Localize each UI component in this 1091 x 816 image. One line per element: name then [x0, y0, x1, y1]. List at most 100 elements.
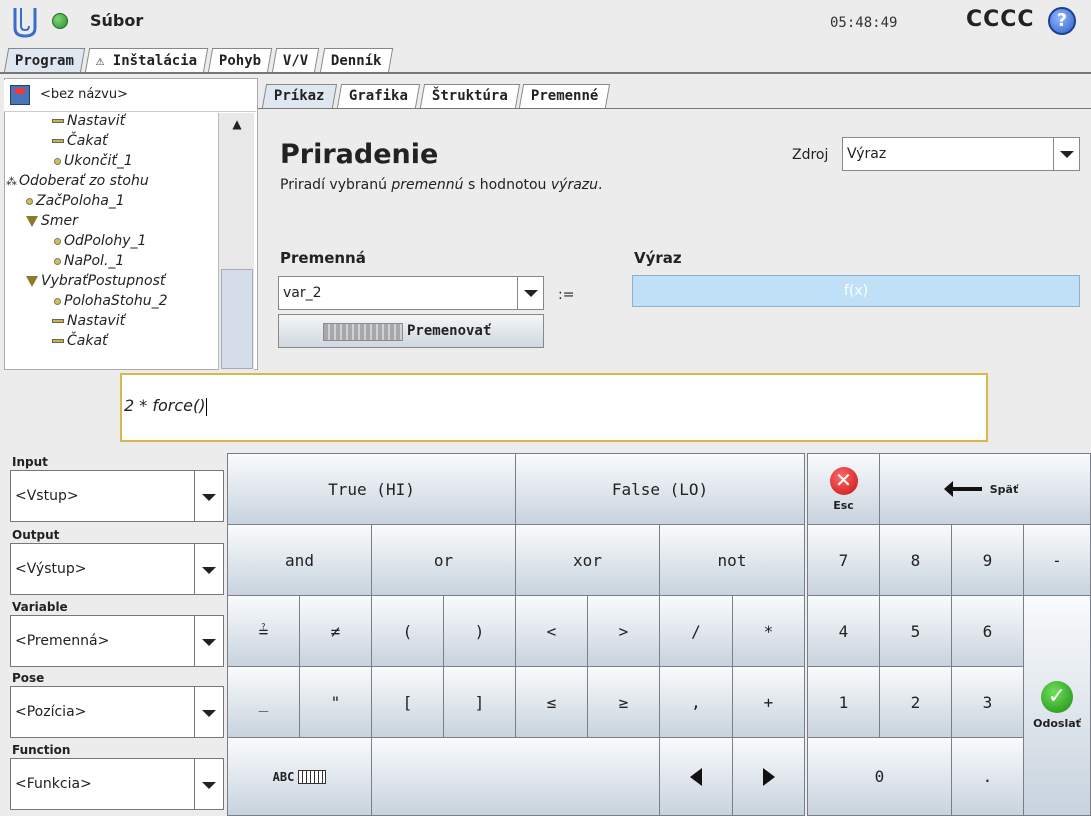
digit-2-key[interactable]: 2 — [879, 666, 952, 738]
input-selector[interactable]: <Vstup> — [10, 470, 224, 522]
chevron-down-icon — [194, 544, 223, 594]
or-key[interactable]: or — [371, 524, 516, 596]
rename-button[interactable]: Premenovať — [278, 314, 544, 348]
tab-structure[interactable]: Štruktúra — [419, 84, 520, 108]
command-panel: Priradenie Priradí vybranú premennú s ho… — [258, 108, 1091, 370]
expression-label: Výraz — [634, 249, 682, 267]
help-icon[interactable]: ? — [1048, 7, 1076, 35]
expression-input[interactable]: 2 * force() — [120, 373, 988, 442]
space-key[interactable] — [371, 737, 660, 816]
output-selector[interactable]: <Výstup> — [10, 543, 224, 595]
digit-9-key[interactable]: 9 — [951, 524, 1024, 596]
stack-icon: ⁂ — [6, 175, 17, 188]
digit-4-key[interactable]: 4 — [807, 595, 880, 667]
digit-6-key[interactable]: 6 — [951, 595, 1024, 667]
source-dropdown[interactable]: Výraz — [842, 137, 1080, 171]
equals-key[interactable]: ≟ — [227, 595, 300, 667]
less-equal-key[interactable]: ≤ — [515, 666, 588, 738]
true-key[interactable]: True (HI) — [227, 453, 516, 525]
esc-button[interactable]: ✕ Esc — [807, 453, 880, 525]
tree-node[interactable]: ZačPoloha_1 — [6, 193, 218, 213]
plus-key[interactable]: + — [732, 666, 805, 738]
tab-variables[interactable]: Premenné — [519, 84, 612, 108]
abc-keyboard-button[interactable]: ABC — [227, 737, 372, 816]
tab-installation[interactable]: ⚠ Inštalácia — [84, 48, 209, 73]
status-led-icon — [52, 13, 68, 29]
waypoint-icon — [54, 257, 61, 265]
left-bracket-key[interactable]: [ — [371, 666, 444, 738]
tree-node[interactable]: Smer — [6, 213, 218, 233]
tree-node[interactable]: Nastaviť — [6, 313, 218, 333]
digit-3-key[interactable]: 3 — [951, 666, 1024, 738]
tree-node[interactable]: Nastaviť — [6, 113, 218, 133]
tree-node[interactable]: NaPol._1 — [6, 253, 218, 273]
waypoint-icon — [54, 297, 61, 305]
variable-selector-label: Variable — [12, 600, 68, 614]
backspace-button[interactable]: Späť — [879, 453, 1091, 525]
greater-than-key[interactable]: > — [587, 595, 660, 667]
multiply-key[interactable]: * — [732, 595, 805, 667]
function-selector[interactable]: <Funkcia> — [10, 758, 224, 810]
tab-log[interactable]: Denník — [319, 48, 393, 73]
less-than-key[interactable]: < — [515, 595, 588, 667]
tree-node[interactable]: ⁂ Odoberať zo stohu — [6, 173, 218, 193]
tree-node[interactable]: Čakať — [6, 133, 218, 153]
waypoint-icon — [26, 197, 33, 205]
not-key[interactable]: not — [659, 524, 805, 596]
digit-7-key[interactable]: 7 — [807, 524, 880, 596]
file-menu[interactable]: Súbor — [90, 11, 143, 30]
xor-key[interactable]: xor — [515, 524, 660, 596]
scroll-up-icon[interactable]: ▲ — [219, 113, 255, 135]
underscore-key[interactable]: _ — [227, 666, 300, 738]
assign-symbol: := — [558, 287, 575, 303]
tree-node[interactable]: VybraťPostupnosť — [6, 273, 218, 293]
decimal-key[interactable]: . — [951, 737, 1024, 816]
greater-equal-key[interactable]: ≥ — [587, 666, 660, 738]
variable-label: Premenná — [280, 249, 366, 267]
scroll-thumb[interactable] — [221, 269, 253, 369]
divide-key[interactable]: / — [659, 595, 733, 667]
variable-selector[interactable]: <Premenná> — [10, 615, 224, 667]
tab-move[interactable]: Pohyb — [207, 48, 273, 73]
right-bracket-key[interactable]: ] — [443, 666, 516, 738]
digit-5-key[interactable]: 5 — [879, 595, 952, 667]
tree-scrollbar[interactable]: ▲ — [218, 113, 254, 370]
not-equal-key[interactable]: ≠ — [299, 595, 372, 667]
tree-node[interactable]: Čakať — [6, 333, 218, 353]
output-label: Output — [12, 528, 60, 542]
comma-key[interactable]: , — [659, 666, 733, 738]
quote-key[interactable]: " — [299, 666, 372, 738]
tree-node[interactable]: PolohaStohu_2 — [6, 293, 218, 313]
waypoint-icon — [54, 237, 61, 245]
right-paren-key[interactable]: ) — [443, 595, 516, 667]
cursor-left-button[interactable] — [659, 737, 733, 816]
tree-node[interactable]: OdPolohy_1 — [6, 233, 218, 253]
tab-graphics[interactable]: Grafika — [336, 84, 420, 108]
tree-node[interactable]: Ukončiť_1 — [6, 153, 218, 173]
cursor-right-button[interactable] — [732, 737, 805, 816]
tab-program[interactable]: Program — [3, 48, 86, 73]
left-paren-key[interactable]: ( — [371, 595, 444, 667]
digit-8-key[interactable]: 8 — [879, 524, 952, 596]
program-header: <bez názvu> — [4, 80, 256, 112]
and-key[interactable]: and — [227, 524, 372, 596]
chevron-down-icon — [194, 759, 223, 809]
sequence-icon — [26, 275, 38, 287]
expression-field[interactable]: f(x) — [632, 275, 1080, 307]
digit-1-key[interactable]: 1 — [807, 666, 880, 738]
tab-io[interactable]: V/V — [272, 48, 320, 73]
digit-0-key[interactable]: 0 — [807, 737, 952, 816]
close-icon: ✕ — [829, 466, 858, 495]
false-key[interactable]: False (LO) — [515, 453, 805, 525]
tab-command[interactable]: Príkaz — [261, 84, 337, 108]
pose-selector[interactable]: <Pozícia> — [10, 686, 224, 738]
variable-dropdown[interactable]: var_2 — [278, 276, 544, 310]
save-icon[interactable] — [10, 85, 30, 105]
wait-node-icon — [52, 139, 64, 143]
set-node-icon — [52, 319, 64, 323]
back-arrow-icon — [943, 481, 982, 497]
program-tree: Nastaviť Čakať Ukončiť_1 ⁂ Odoberať zo st… — [6, 113, 218, 370]
page-title: Priradenie — [280, 139, 439, 170]
submit-button[interactable]: ✓ Odoslať — [1023, 595, 1091, 816]
minus-key[interactable]: - — [1023, 524, 1091, 596]
